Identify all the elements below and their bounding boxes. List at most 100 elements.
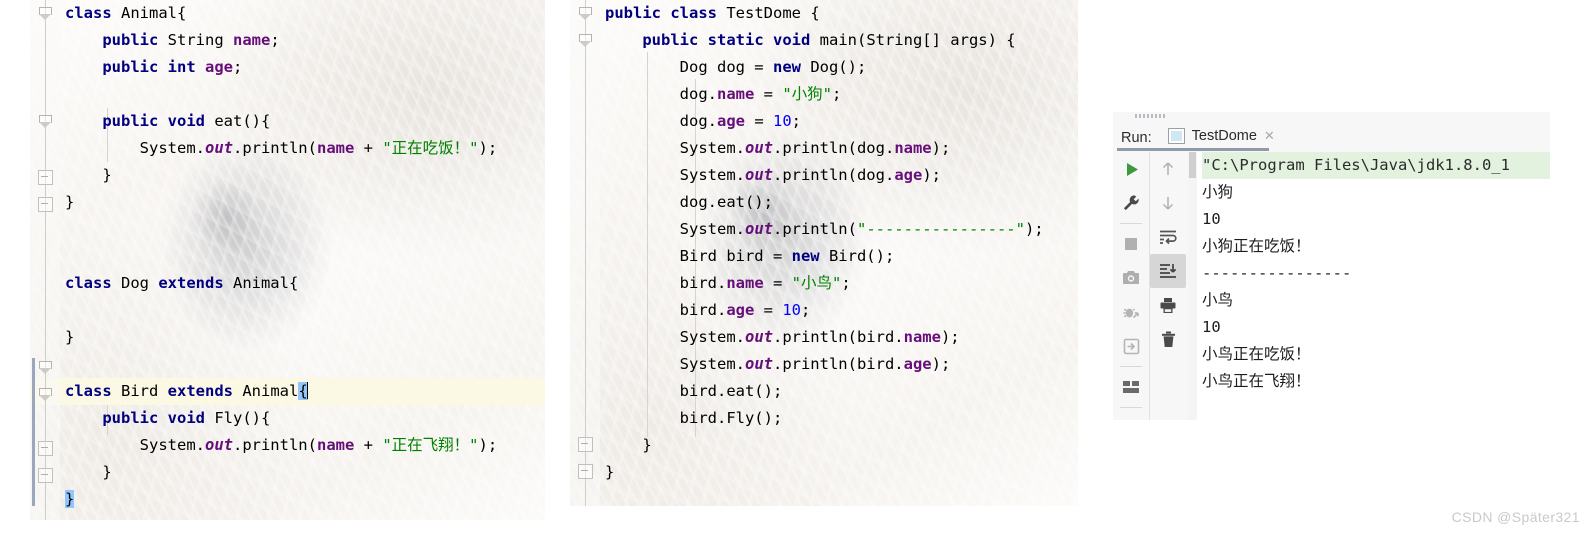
- code-line[interactable]: System.out.println(name + "正在吃饭！");: [60, 135, 545, 162]
- fold-marker-bird-end[interactable]: [38, 468, 53, 483]
- console-text[interactable]: "C:\Program Files\Java\jdk1.8.0_1 小狗 10 小狗正…: [1202, 152, 1550, 420]
- code-line[interactable]: }: [60, 459, 545, 486]
- attach-debugger-button[interactable]: [1113, 295, 1149, 329]
- editor-panel-testdome[interactable]: public class TestDome { public static vo…: [570, 0, 1078, 506]
- fold-marker-class-testdome[interactable]: [578, 6, 593, 21]
- code-token: Bird();: [828, 247, 895, 265]
- code-token: +: [354, 436, 383, 454]
- fold-marker-testdome-end[interactable]: [578, 464, 593, 479]
- code-token: age: [903, 355, 932, 373]
- clear-all-button[interactable]: [1150, 322, 1186, 356]
- import-button[interactable]: [1113, 329, 1149, 363]
- code-line[interactable]: System.out.println(bird.age);: [600, 351, 1078, 378]
- layout-settings-button[interactable]: [1113, 370, 1149, 404]
- code-token: System.: [605, 220, 745, 238]
- code-line[interactable]: class Animal{: [60, 0, 545, 27]
- code-token: name: [726, 274, 764, 292]
- code-line[interactable]: System.out.println("----------------");: [600, 216, 1078, 243]
- scroll-to-end-button[interactable]: [1150, 254, 1186, 288]
- run-tool-window[interactable]: Run: TestDome ✕ "C:\Program Files\Java\j…: [1113, 112, 1550, 420]
- code-line[interactable]: public void eat(){: [60, 108, 545, 135]
- code-line[interactable]: Dog dog = new Dog();: [600, 54, 1078, 81]
- code-line[interactable]: }: [600, 432, 1078, 459]
- code-line[interactable]: dog.age = 10;: [600, 108, 1078, 135]
- code-line[interactable]: }: [60, 486, 545, 513]
- rerun-button[interactable]: [1113, 152, 1149, 186]
- code-token: System.: [605, 355, 745, 373]
- code-line[interactable]: }: [60, 162, 545, 189]
- edit-configuration-button[interactable]: [1113, 186, 1149, 220]
- code-line[interactable]: System.out.println(dog.name);: [600, 135, 1078, 162]
- code-token: Bird: [121, 382, 168, 400]
- code-line[interactable]: bird.age = 10;: [600, 297, 1078, 324]
- close-icon[interactable]: ✕: [1264, 128, 1275, 144]
- fold-marker-class-bird[interactable]: [38, 360, 53, 375]
- code-line[interactable]: }: [600, 459, 1078, 486]
- console-output-area[interactable]: "C:\Program Files\Java\jdk1.8.0_1 小狗 10 小狗正…: [1188, 152, 1550, 420]
- code-line[interactable]: bird.Fly();: [600, 405, 1078, 432]
- fold-marker-fly-end[interactable]: [38, 441, 53, 456]
- code-line[interactable]: }: [60, 189, 545, 216]
- run-tab-testdome[interactable]: TestDome ✕: [1167, 128, 1275, 147]
- code-token: out: [204, 436, 233, 454]
- code-line[interactable]: [60, 216, 545, 243]
- run-toolbar-secondary[interactable]: [1150, 152, 1186, 420]
- editor-panel-animal[interactable]: class Animal{ public String name; public…: [30, 0, 545, 520]
- console-scrollbar[interactable]: [1188, 152, 1197, 420]
- code-line[interactable]: [60, 297, 545, 324]
- code-line[interactable]: class Dog extends Animal{: [60, 270, 545, 297]
- fold-marker-method-eat[interactable]: [38, 114, 53, 129]
- code-line[interactable]: public int age;: [60, 54, 545, 81]
- fold-marker-animal-end[interactable]: [38, 197, 53, 212]
- up-stack-trace-button[interactable]: [1150, 152, 1186, 186]
- dump-threads-button[interactable]: [1113, 261, 1149, 295]
- toolbar-divider: [1120, 366, 1142, 367]
- editor-gutter-mid[interactable]: [570, 0, 600, 506]
- code-line[interactable]: public void Fly(){: [60, 405, 545, 432]
- pin-tab-button[interactable]: [1113, 411, 1149, 420]
- console-command-line: "C:\Program Files\Java\jdk1.8.0_1: [1202, 152, 1550, 179]
- code-token: );: [931, 139, 951, 157]
- code-line[interactable]: dog.name = "小狗";: [600, 81, 1078, 108]
- down-stack-trace-button[interactable]: [1150, 186, 1186, 220]
- code-area-animal[interactable]: class Animal{ public String name; public…: [60, 0, 545, 520]
- code-token: age: [894, 166, 923, 184]
- code-line[interactable]: System.out.println(dog.age);: [600, 162, 1078, 189]
- code-token: ;: [841, 274, 851, 292]
- code-token: }: [65, 328, 75, 346]
- code-line[interactable]: public static void main(String[] args) {: [600, 27, 1078, 54]
- code-line[interactable]: public class TestDome {: [600, 0, 1078, 27]
- drag-grip-handle[interactable]: [1135, 114, 1165, 118]
- code-line[interactable]: class Bird extends Animal{: [60, 378, 545, 405]
- code-line[interactable]: System.out.println(bird.name);: [600, 324, 1078, 351]
- code-token: extends: [167, 382, 243, 400]
- code-line[interactable]: }: [60, 324, 545, 351]
- soft-wrap-button[interactable]: [1150, 220, 1186, 254]
- code-line[interactable]: Bird bird = new Bird();: [600, 243, 1078, 270]
- run-toolbar-primary[interactable]: [1113, 152, 1150, 420]
- fold-marker-eat-end[interactable]: [38, 170, 53, 185]
- code-token: name: [232, 31, 271, 49]
- code-line[interactable]: public String name;: [60, 27, 545, 54]
- code-area-testdome[interactable]: public class TestDome { public static vo…: [600, 0, 1078, 506]
- code-token: System.: [605, 166, 745, 184]
- code-token: );: [478, 436, 498, 454]
- stop-icon: [1123, 236, 1139, 252]
- print-button[interactable]: [1150, 288, 1186, 322]
- code-line[interactable]: System.out.println(name + "正在飞翔！");: [60, 432, 545, 459]
- code-line[interactable]: bird.name = "小鸟";: [600, 270, 1078, 297]
- code-line[interactable]: [60, 243, 545, 270]
- fold-marker-method-main[interactable]: [578, 33, 593, 48]
- fold-marker-method-fly[interactable]: [38, 387, 53, 402]
- code-line[interactable]: [60, 351, 545, 378]
- code-line[interactable]: [60, 81, 545, 108]
- code-line[interactable]: dog.eat();: [600, 189, 1078, 216]
- fold-marker-class-animal[interactable]: [38, 6, 53, 21]
- vcs-change-marker[interactable]: [32, 358, 35, 506]
- code-token: out: [204, 139, 233, 157]
- toolbar-divider: [1120, 407, 1142, 408]
- code-line[interactable]: bird.eat();: [600, 378, 1078, 405]
- fold-marker-main-end[interactable]: [578, 437, 593, 452]
- stop-button[interactable]: [1113, 227, 1149, 261]
